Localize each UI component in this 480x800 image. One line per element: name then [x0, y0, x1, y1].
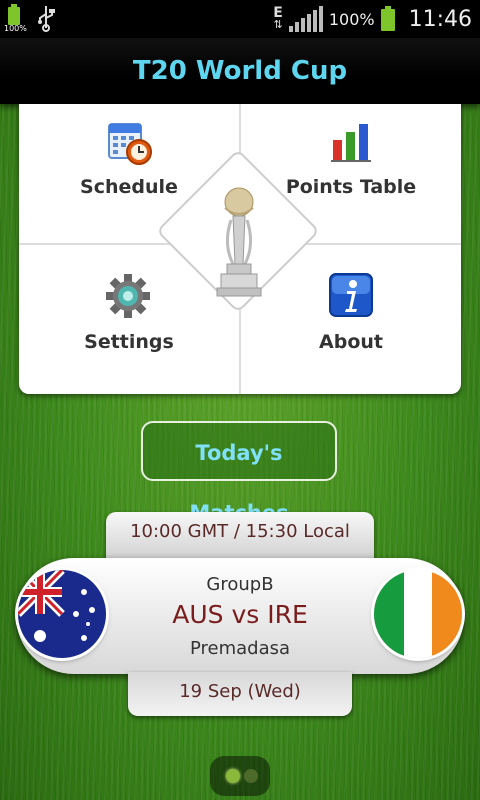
battery-icon: [380, 6, 395, 32]
page-dot-active[interactable]: [226, 769, 240, 783]
usb-icon: [36, 4, 56, 39]
gear-icon: [105, 273, 151, 319]
battery-percent: 100%: [328, 9, 375, 29]
calendar-clock-icon: [107, 120, 153, 166]
trophy-icon: [209, 184, 269, 304]
page-indicator[interactable]: [210, 756, 270, 796]
todays-matches-button[interactable]: Today's Matches: [141, 421, 337, 525]
info-icon: [329, 273, 373, 317]
network-type-icon: E ⇅: [273, 5, 283, 31]
signal-strength-icon: [288, 6, 323, 32]
about-label: About: [319, 331, 383, 353]
app-title: T20 World Cup: [132, 56, 348, 86]
match-card[interactable]: GroupB AUS vs IRE Premadasa: [16, 558, 464, 674]
battery-small-icon: 100%: [4, 4, 27, 33]
match-date: 19 Sep (Wed): [128, 672, 352, 716]
page-dot-inactive[interactable]: [244, 769, 258, 783]
match-time: 10:00 GMT / 15:30 Local: [106, 512, 374, 562]
status-bar: 100% E ⇅ 100% 11:46: [0, 0, 480, 38]
main-menu: Schedule Points Table Settings About: [19, 104, 461, 394]
app-title-bar: T20 World Cup: [0, 38, 480, 104]
ireland-flag-icon: [374, 570, 462, 658]
bar-chart-icon: [329, 120, 373, 164]
settings-label: Settings: [84, 331, 174, 353]
battery-small-label: 100%: [4, 24, 27, 33]
clock: 11:46: [408, 6, 472, 32]
